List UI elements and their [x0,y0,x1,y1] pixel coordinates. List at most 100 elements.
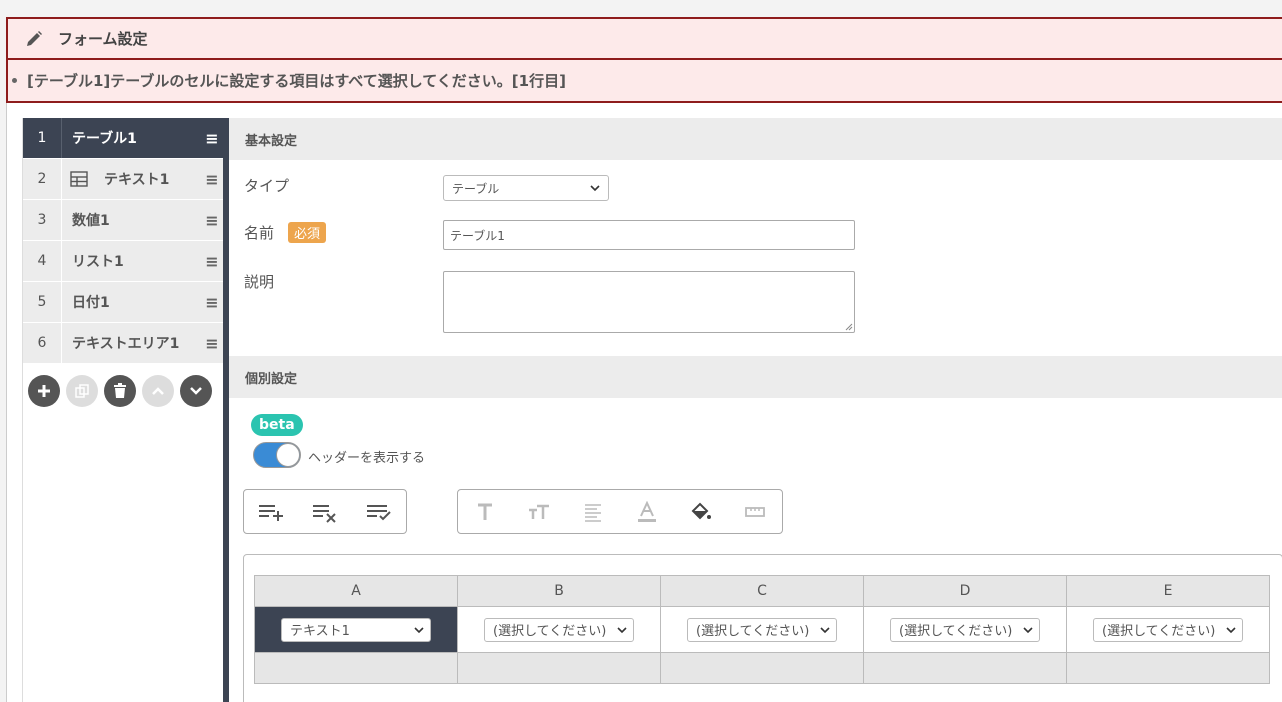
sidebar-item-date1[interactable]: 5 日付1 ≡ [23,282,223,323]
format-toolbar [457,489,783,534]
add-row-icon[interactable] [244,490,298,533]
cell-b2[interactable] [457,652,661,684]
sidebar-item-table1[interactable]: 1 テーブル1 ≡ [23,118,223,159]
section-individual-settings: 個別設定 [229,356,1282,398]
item-number: 2 [23,159,62,199]
copy-icon[interactable] [66,375,98,407]
chevron-down-icon [414,626,424,633]
type-select-value: テーブル [452,181,500,196]
cell-b1[interactable]: (選択してください) [457,606,661,653]
beta-badge: beta [251,414,303,436]
fill-color-icon[interactable] [674,490,728,533]
drag-handle-icon[interactable]: ≡ [201,293,223,312]
chevron-down-icon [1023,626,1033,633]
cell-select-c1[interactable]: (選択してください) [687,617,837,642]
main-content: 基本設定 タイプ テーブル 名前 必須 テーブル1 説明 個別設定 beta ヘ… [229,118,1282,702]
table-row: テキスト1 (選択してください) (選択してください) (選択してください) (… [254,606,1270,653]
item-label: リスト1 [72,254,124,270]
delete-row-icon[interactable] [298,490,352,533]
cell-d2[interactable] [863,652,1067,684]
cell-a1[interactable]: テキスト1 [254,606,458,653]
header-toggle[interactable] [253,442,301,468]
field-sidebar: 1 テーブル1 ≡ 2 テキスト1 ≡ 3 数値1 ≡ 4 リスト1 ≡ 5 日… [22,118,229,702]
chevron-down-icon [590,185,600,192]
text-format-icon[interactable] [458,490,512,533]
sidebar-item-text1[interactable]: 2 テキスト1 ≡ [23,159,223,200]
drag-handle-icon[interactable]: ≡ [201,334,223,353]
trash-icon[interactable] [104,375,136,407]
cell-c1[interactable]: (選択してください) [660,606,864,653]
column-header-d[interactable]: D [863,575,1067,607]
drag-handle-icon[interactable]: ≡ [201,170,223,189]
table-editor: A B C D E テキスト1 (選択してください) (選択してください) (選… [243,554,1282,702]
error-message: [テーブル1]テーブルのセルに設定する項目はすべて選択してください。[1行目] [6,59,1282,103]
cell-d1[interactable]: (選択してください) [863,606,1067,653]
toggle-knob [276,443,300,467]
cell-select-a1[interactable]: テキスト1 [281,617,431,642]
table-grid: A B C D E テキスト1 (選択してください) (選択してください) (選… [254,575,1270,684]
item-label: テキスト1 [104,172,170,188]
table-icon [70,171,88,187]
item-number: 6 [23,323,62,363]
name-label: 名前 [244,223,275,242]
table-row [254,652,1270,684]
form-settings-header: フォーム設定 [6,17,1282,60]
drag-handle-icon[interactable]: ≡ [201,211,223,230]
description-row: 説明 [229,271,855,333]
cell-e2[interactable] [1066,652,1270,684]
cell-select-value: (選択してください) [1102,624,1216,639]
drag-handle-icon[interactable]: ≡ [201,252,223,271]
section-basic-settings: 基本設定 [229,118,1282,160]
resize-handle-icon[interactable] [845,323,853,331]
cell-select-b1[interactable]: (選択してください) [484,617,634,642]
required-badge: 必須 [288,221,327,243]
chevron-down-icon[interactable] [180,375,212,407]
text-align-icon[interactable] [566,490,620,533]
column-header-b[interactable]: B [457,575,661,607]
column-width-icon[interactable] [728,490,782,533]
cell-select-value: テキスト1 [290,624,350,639]
column-header-a[interactable]: A [254,575,458,607]
page-title: フォーム設定 [58,30,148,48]
type-row: タイプ テーブル [229,175,609,201]
plus-icon[interactable] [28,375,60,407]
cell-select-value: (選択してください) [493,624,607,639]
drag-handle-icon[interactable]: ≡ [201,129,223,148]
column-header-e[interactable]: E [1066,575,1270,607]
type-select[interactable]: テーブル [443,175,609,201]
cell-select-d1[interactable]: (選択してください) [890,617,1040,642]
sidebar-toolbar [23,364,223,418]
item-label: テーブル1 [72,131,137,147]
chevron-down-icon [617,626,627,633]
font-color-icon[interactable] [620,490,674,533]
item-label: 数値1 [72,213,110,229]
cell-a2[interactable] [254,652,458,684]
item-label: 日付1 [72,295,110,311]
header-toggle-label: ヘッダーを表示する [308,451,426,466]
check-row-icon[interactable] [352,490,406,533]
row-toolbar [243,489,407,534]
column-header-c[interactable]: C [660,575,864,607]
chevron-down-icon [820,626,830,633]
cell-e1[interactable]: (選択してください) [1066,606,1270,653]
name-input[interactable]: テーブル1 [443,220,855,250]
chevron-up-icon[interactable] [142,375,174,407]
name-label-wrap: 名前 必須 [229,220,428,244]
cell-select-e1[interactable]: (選択してください) [1093,617,1243,642]
bullet-icon [12,78,17,83]
name-row: 名前 必須 テーブル1 [229,220,855,250]
description-label: 説明 [244,273,275,291]
description-textarea[interactable] [443,271,855,333]
error-text: [テーブル1]テーブルのセルに設定する項目はすべて選択してください。[1行目] [27,72,566,90]
sidebar-item-number1[interactable]: 3 数値1 ≡ [23,200,223,241]
item-number: 5 [23,282,62,322]
type-label: タイプ [244,177,290,195]
item-number: 3 [23,200,62,240]
sidebar-item-textarea1[interactable]: 6 テキストエリア1 ≡ [23,323,223,364]
text-size-icon[interactable] [512,490,566,533]
cell-select-value: (選択してください) [899,624,1013,639]
sidebar-item-list1[interactable]: 4 リスト1 ≡ [23,241,223,282]
chevron-down-icon [1226,626,1236,633]
header-row: A B C D E [254,575,1270,607]
cell-c2[interactable] [660,652,864,684]
